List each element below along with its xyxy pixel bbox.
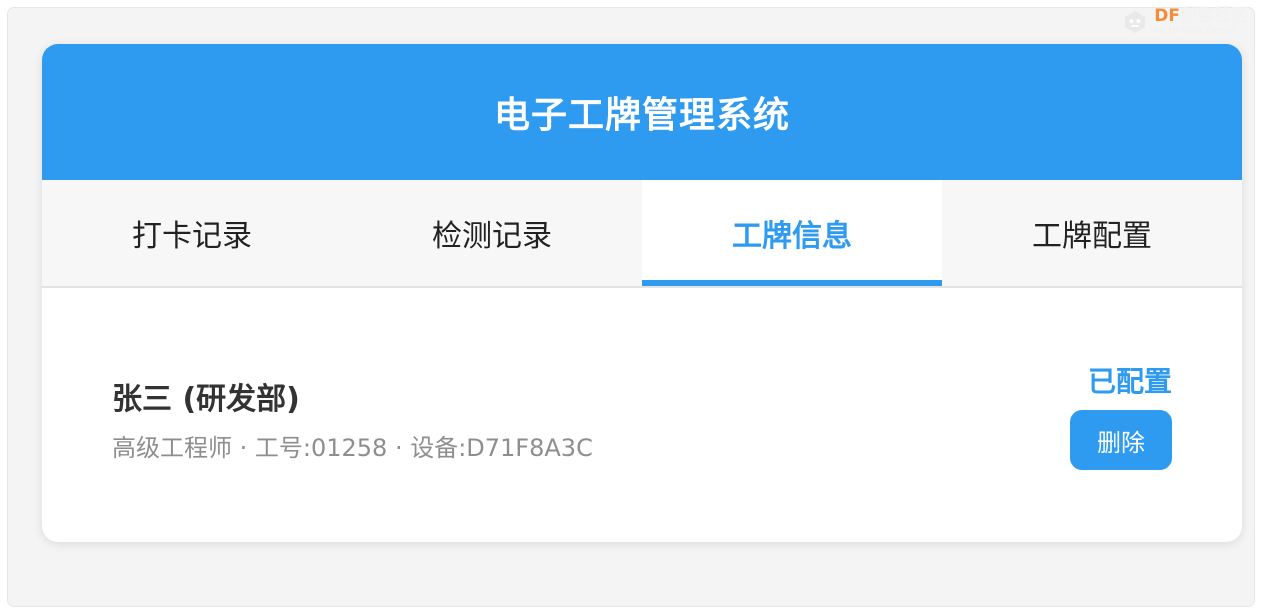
employee-meta: 高级工程师 · 工号:01258 · 设备:D71F8A3C [112, 434, 593, 462]
main-card: 电子工牌管理系统 打卡记录 检测记录 工牌信息 工牌配置 张三 (研发部) 高级… [42, 44, 1242, 542]
watermark: DF创客社区 mc.DFRobot.com.cn [1122, 8, 1248, 35]
robot-logo-icon [1125, 10, 1146, 33]
status-badge: 已配置 [1087, 365, 1172, 398]
delete-button[interactable]: 删除 [1070, 410, 1172, 470]
tab-bar: 打卡记录 检测记录 工牌信息 工牌配置 [42, 180, 1242, 288]
badge-list: 张三 (研发部) 高级工程师 · 工号:01258 · 设备:D71F8A3C … [42, 288, 1242, 540]
watermark-brand-suffix: 创客社区 [1180, 6, 1248, 26]
tab-badge-info[interactable]: 工牌信息 [642, 180, 942, 286]
tab-badge-config[interactable]: 工牌配置 [942, 180, 1242, 286]
page-title: 电子工牌管理系统 [42, 44, 1242, 180]
app-frame: 电子工牌管理系统 打卡记录 检测记录 工牌信息 工牌配置 张三 (研发部) 高级… [8, 8, 1254, 606]
employee-name: 张三 (研发部) [112, 382, 300, 417]
watermark-url: mc.DFRobot.com.cn [1154, 26, 1235, 35]
watermark-brand-prefix: DF [1154, 6, 1180, 26]
tab-detection-records[interactable]: 检测记录 [342, 180, 642, 286]
list-item: 张三 (研发部) 高级工程师 · 工号:01258 · 设备:D71F8A3C … [112, 358, 1172, 478]
tab-checkin-records[interactable]: 打卡记录 [42, 180, 342, 286]
